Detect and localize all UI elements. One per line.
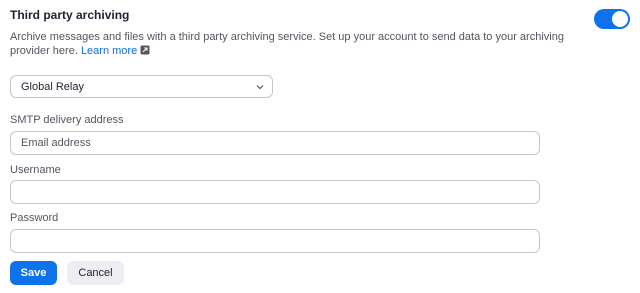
save-button[interactable]: Save [10,261,57,285]
chevron-down-icon [256,85,264,90]
username-input[interactable] [10,180,540,204]
learn-more-link[interactable]: Learn more [81,45,150,57]
smtp-label: SMTP delivery address [10,114,124,126]
toggle-knob [612,11,628,27]
learn-more-label: Learn more [80,45,138,57]
password-input[interactable] [10,229,540,253]
smtp-email-input[interactable] [10,131,540,155]
section-description: Archive messages and files with a third … [10,30,570,58]
external-link-icon [140,45,150,55]
archiving-toggle[interactable] [594,9,630,29]
section-title: Third party archiving [10,8,130,22]
provider-select-value: Global Relay [21,81,84,93]
cancel-button[interactable]: Cancel [67,261,124,285]
provider-select[interactable]: Global Relay [10,75,273,98]
username-label: Username [10,164,61,176]
password-label: Password [10,212,59,224]
